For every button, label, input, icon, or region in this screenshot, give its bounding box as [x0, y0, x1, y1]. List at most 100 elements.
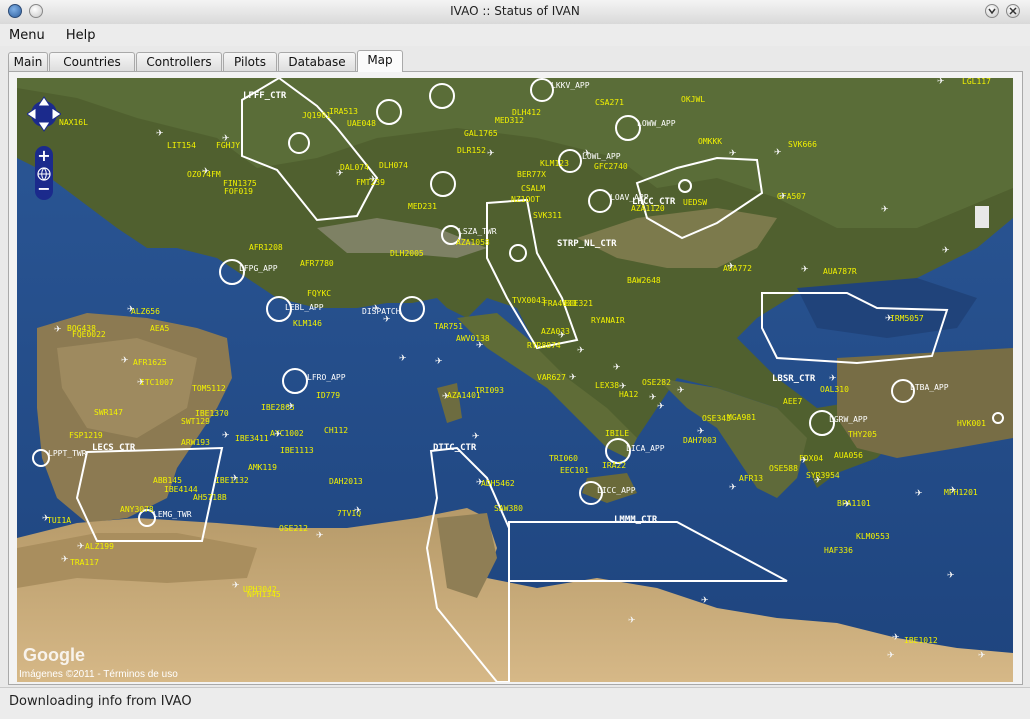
station-label: LGRW_APP — [829, 415, 868, 424]
flight-label: THY205 — [848, 430, 877, 439]
svg-text:✈: ✈ — [127, 305, 135, 315]
flight-label: SAW380 — [494, 504, 523, 513]
flight-label: AFR1625 — [133, 358, 167, 367]
svg-text:✈: ✈ — [231, 474, 239, 484]
menu-item-menu[interactable]: Menu — [0, 24, 53, 43]
svg-text:✈: ✈ — [801, 265, 809, 275]
svg-text:✈: ✈ — [942, 246, 950, 256]
flight-label: ADH5462 — [481, 479, 515, 488]
flight-label: DLH074 — [379, 161, 408, 170]
svg-text:✈: ✈ — [369, 175, 377, 185]
flight-label: DAH7003 — [683, 436, 717, 445]
flight-label: OSE588 — [769, 464, 798, 473]
flight-label: TVX0043 — [512, 296, 546, 305]
tab-database[interactable]: Database — [278, 52, 356, 71]
svg-text:✈: ✈ — [399, 354, 407, 364]
svg-text:✈: ✈ — [61, 555, 69, 565]
zoom-in-button[interactable]: + — [37, 146, 50, 165]
map-view[interactable]: LFFF_CTR LECS_CTR DTTC_CTR LMMM_CTR LBSR… — [17, 78, 1013, 682]
svg-text:✈: ✈ — [372, 304, 380, 314]
menu-item-help[interactable]: Help — [57, 24, 104, 43]
flight-label: AMK119 — [248, 463, 277, 472]
flight-label: SWR147 — [94, 408, 123, 417]
svg-text:✈: ✈ — [316, 531, 324, 541]
svg-text:✈: ✈ — [476, 341, 484, 351]
flight-label: TOM5112 — [192, 384, 226, 393]
svg-text:✈: ✈ — [287, 402, 295, 412]
tab-pilots[interactable]: Pilots — [223, 52, 277, 71]
svg-text:✈: ✈ — [487, 149, 495, 159]
map-copyright[interactable]: Imágenes ©2011 - Términos de uso — [19, 669, 178, 680]
svg-text:✈: ✈ — [697, 427, 705, 437]
flight-label: TAR751 — [434, 322, 463, 331]
flight-label: AEE7 — [783, 397, 802, 406]
svg-text:✈: ✈ — [729, 483, 737, 493]
station-label: LFPG_APP — [239, 264, 278, 273]
flight-label: FQYKC — [307, 289, 331, 298]
svg-text:✈: ✈ — [947, 571, 955, 581]
flight-label: ALZ199 — [85, 542, 114, 551]
svg-text:✈: ✈ — [156, 129, 164, 139]
svg-text:✈: ✈ — [885, 314, 893, 324]
flight-label: TRI093 — [475, 386, 504, 395]
svg-text:✈: ✈ — [476, 478, 484, 488]
flight-label: KLM146 — [293, 319, 322, 328]
flight-label: CSALM — [521, 184, 545, 193]
flight-label: AFR1208 — [249, 243, 283, 252]
sector-label: LBSR_CTR — [772, 374, 816, 384]
flight-label: AZA1120 — [631, 204, 665, 213]
tab-main[interactable]: Main — [8, 52, 48, 71]
tab-controllers[interactable]: Controllers — [136, 52, 222, 71]
flight-label: ABB145 — [153, 476, 182, 485]
flight-label: ID779 — [316, 391, 340, 400]
flight-label: VAR627 — [537, 373, 566, 382]
tab-map[interactable]: Map — [357, 50, 403, 72]
svg-text:✈: ✈ — [701, 596, 709, 606]
tab-countries[interactable]: Countries — [49, 52, 135, 71]
svg-text:✈: ✈ — [774, 148, 782, 158]
flight-label: OSE212 — [279, 524, 308, 533]
svg-text:✈: ✈ — [336, 169, 344, 179]
flight-label: SYR3954 — [806, 471, 840, 480]
svg-text:✈: ✈ — [887, 651, 895, 661]
close-button[interactable] — [1006, 4, 1020, 18]
flight-label: KLM0553 — [856, 532, 890, 541]
map-controls: + − — [26, 88, 62, 204]
station-label: LTBA_APP — [910, 383, 949, 392]
menu-bar: Menu Help — [0, 24, 1030, 46]
svg-text:✈: ✈ — [619, 382, 627, 392]
flight-label: NAX16L — [59, 118, 88, 127]
svg-text:✈: ✈ — [881, 205, 889, 215]
svg-text:✈: ✈ — [613, 363, 621, 373]
flight-label: AEA5 — [150, 324, 169, 333]
flight-label: NPH1345 — [247, 590, 281, 599]
svg-text:✈: ✈ — [121, 356, 129, 366]
svg-text:✈: ✈ — [779, 192, 787, 202]
title-bar: IVAO :: Status of IVAN — [0, 0, 1030, 25]
flight-label: LIT154 — [167, 141, 196, 150]
pan-arrows-icon[interactable] — [26, 96, 62, 132]
zoom-out-button[interactable]: − — [37, 179, 50, 198]
svg-text:✈: ✈ — [77, 542, 85, 552]
minimize-button[interactable] — [985, 4, 999, 18]
flight-label: LEX38 — [595, 381, 619, 390]
flight-label: OSE282 — [642, 378, 671, 387]
flight-label: MED312 — [495, 116, 524, 125]
station-label: LSZA_TWR — [458, 227, 497, 236]
flight-label: CSA271 — [595, 98, 624, 107]
flight-label: TUI1A — [47, 516, 71, 525]
flight-label: ITC1007 — [140, 378, 174, 387]
flight-label: AH5718B — [193, 493, 227, 502]
svg-text:✈: ✈ — [274, 430, 282, 440]
svg-text:✈: ✈ — [892, 633, 900, 643]
flight-label: SVK666 — [788, 140, 817, 149]
station-label: LKKV_APP — [551, 81, 590, 90]
google-logo: Google — [23, 645, 85, 665]
svg-text:✈: ✈ — [583, 149, 591, 159]
svg-text:✈: ✈ — [354, 506, 362, 516]
flight-label: NZ1OOT — [511, 195, 540, 204]
flight-label: OKJWL — [681, 95, 705, 104]
svg-text:✈: ✈ — [232, 581, 240, 591]
station-label: LICA_APP — [626, 444, 665, 453]
flight-label: AWV0138 — [456, 334, 490, 343]
